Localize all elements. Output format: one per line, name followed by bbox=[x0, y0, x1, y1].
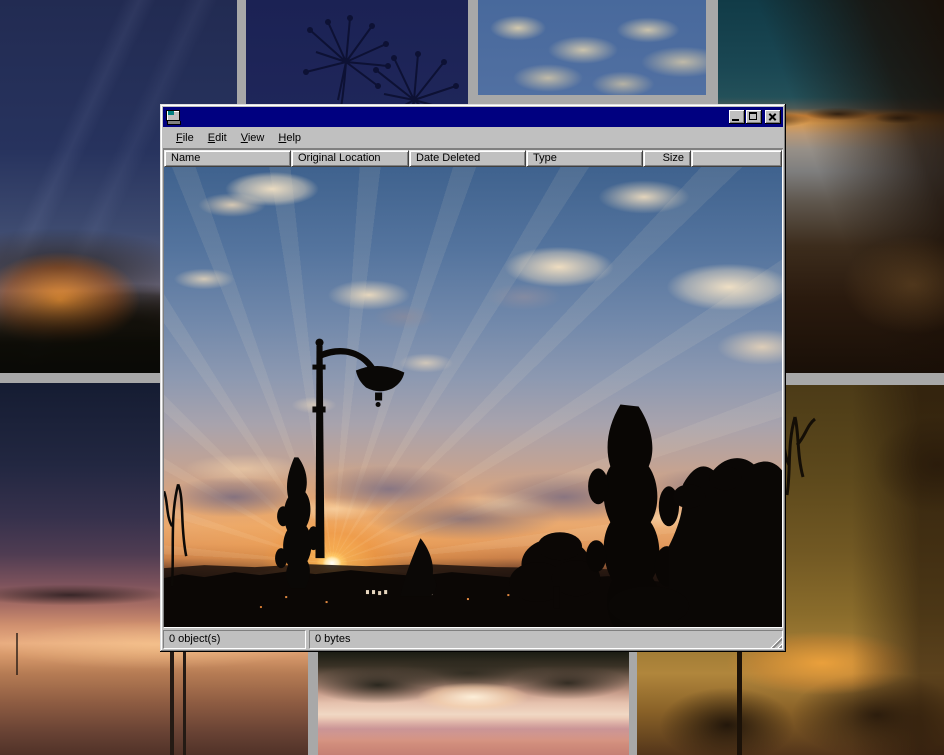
window-titlebar[interactable] bbox=[163, 107, 783, 127]
lake-stick-silhouette bbox=[16, 633, 18, 675]
menu-view[interactable]: View bbox=[234, 130, 272, 146]
menu-file[interactable]: File bbox=[169, 130, 201, 146]
column-header-date-deleted[interactable]: Date Deleted bbox=[409, 150, 526, 167]
maximize-button[interactable] bbox=[746, 110, 762, 124]
street-lamp-silhouette bbox=[312, 339, 404, 559]
menu-edit[interactable]: Edit bbox=[201, 130, 234, 146]
column-headers: Name Original Location Date Deleted Type… bbox=[164, 150, 782, 167]
file-list-view: Name Original Location Date Deleted Type… bbox=[163, 149, 783, 628]
column-header-name[interactable]: Name bbox=[164, 150, 291, 167]
minimize-button[interactable] bbox=[729, 110, 745, 124]
recycle-bin-window: File Edit View Help Name Original Locati… bbox=[160, 104, 786, 652]
sunset-photo-content bbox=[164, 167, 782, 627]
status-byte-count: 0 bytes bbox=[309, 630, 783, 649]
close-button[interactable] bbox=[765, 110, 781, 124]
silhouettes bbox=[164, 167, 782, 627]
computer-app-icon bbox=[165, 109, 181, 125]
column-header-filler bbox=[691, 150, 782, 167]
status-object-count: 0 object(s) bbox=[163, 630, 306, 649]
wallpaper-cloudy-sky-photo bbox=[478, 0, 706, 95]
column-header-size[interactable]: Size bbox=[643, 150, 691, 167]
menu-bar: File Edit View Help bbox=[163, 127, 783, 149]
column-header-original-location[interactable]: Original Location bbox=[291, 150, 409, 167]
window-controls bbox=[728, 110, 781, 124]
screen-icon-part bbox=[168, 111, 174, 115]
keyboard-icon-part bbox=[167, 121, 181, 125]
column-header-type[interactable]: Type bbox=[526, 150, 643, 167]
status-bar: 0 object(s) 0 bytes bbox=[163, 630, 783, 649]
menu-help[interactable]: Help bbox=[271, 130, 308, 146]
maximize-icon bbox=[749, 112, 757, 120]
minimize-icon bbox=[732, 119, 739, 121]
